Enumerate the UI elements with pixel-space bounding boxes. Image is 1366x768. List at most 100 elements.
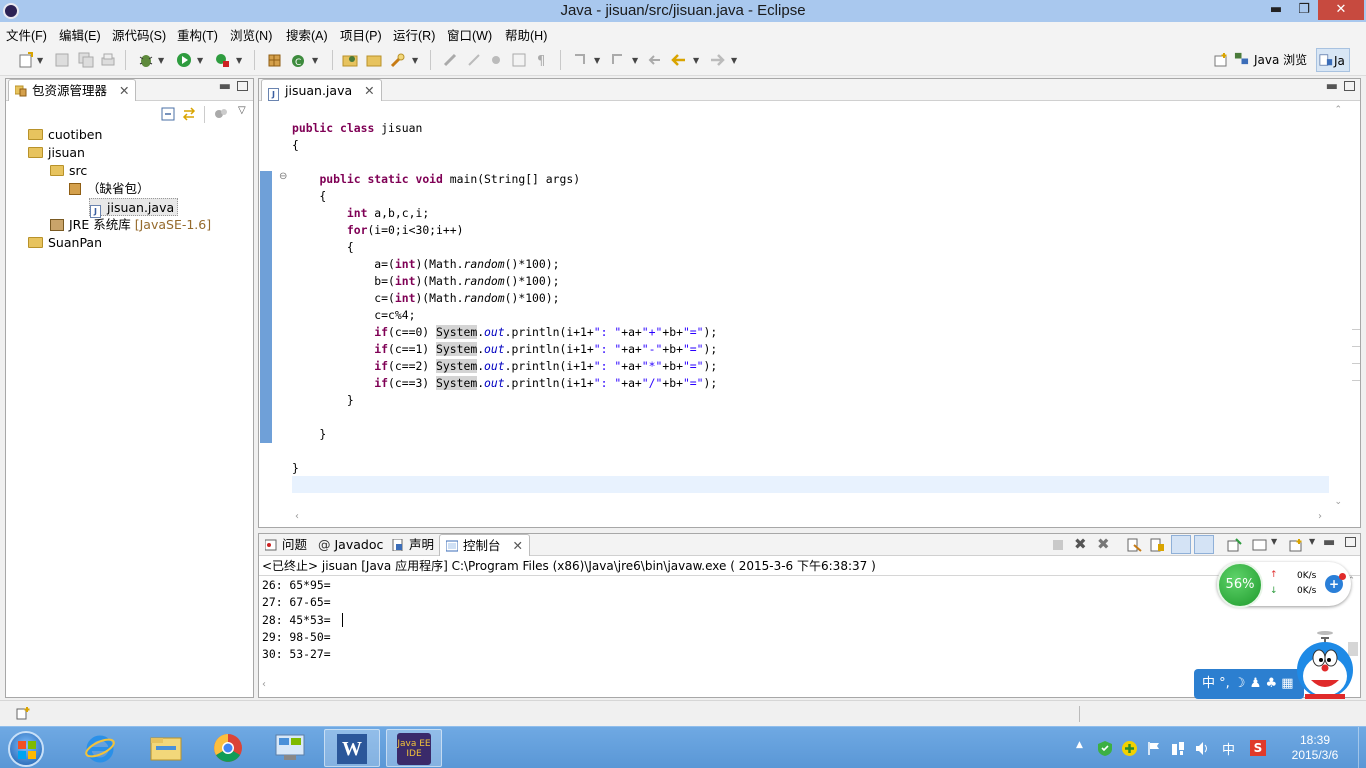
code-line[interactable]: if(c==2) System.out.println(i+1+": "+a+"… xyxy=(292,358,717,375)
minimize-view-icon[interactable]: ▬ xyxy=(1323,535,1335,550)
scroll-up-icon[interactable]: ⌃ xyxy=(1334,105,1342,115)
annotation-icon[interactable] xyxy=(466,52,482,68)
print-icon[interactable] xyxy=(100,52,116,68)
code-line[interactable]: b=(int)(Math.random()*100); xyxy=(292,273,559,290)
menu-search[interactable]: 搜索(A) xyxy=(286,25,328,44)
tab-declaration[interactable]: 声明 xyxy=(386,534,440,556)
chevron-down-icon[interactable]: ▼ xyxy=(37,56,43,65)
menu-run[interactable]: 运行(R) xyxy=(393,25,435,44)
perspective-java[interactable]: Ja xyxy=(1316,48,1350,72)
taskbar-control-panel[interactable] xyxy=(262,729,318,767)
tree-item-default-package[interactable]: （缺省包） xyxy=(69,180,150,198)
open-type-icon[interactable] xyxy=(342,52,358,68)
terminate-icon[interactable] xyxy=(1052,539,1064,551)
show-desktop-button[interactable] xyxy=(1358,727,1366,768)
code-line[interactable]: { xyxy=(292,137,299,154)
menu-navigate[interactable]: 浏览(N) xyxy=(230,25,272,44)
open-console-icon[interactable] xyxy=(1289,538,1304,552)
taskbar-chrome[interactable] xyxy=(200,729,256,767)
tree-item-jre-library[interactable]: JRE 系统库 [JavaSE-1.6] xyxy=(50,216,211,234)
maximize-view-icon[interactable] xyxy=(1344,81,1355,91)
start-button[interactable] xyxy=(8,731,44,767)
scroll-right-icon[interactable]: › xyxy=(1318,511,1322,522)
show-whitespace-icon[interactable]: ¶ xyxy=(534,52,550,68)
back-icon[interactable] xyxy=(671,52,687,68)
taskbar-word[interactable]: W xyxy=(324,729,380,767)
tree-item-src[interactable]: src xyxy=(50,162,87,180)
code-line[interactable]: { xyxy=(292,188,326,205)
chevron-down-icon[interactable]: ▼ xyxy=(236,56,242,65)
next-annotation-icon[interactable] xyxy=(572,52,588,68)
maximize-button[interactable]: ❐ xyxy=(1290,0,1318,20)
save-all-icon[interactable] xyxy=(78,52,94,68)
external-tools-icon[interactable] xyxy=(214,52,230,68)
code-line[interactable]: if(c==0) System.out.println(i+1+": "+a+"… xyxy=(292,324,717,341)
scroll-left-icon[interactable]: ‹ xyxy=(262,679,266,690)
menu-help[interactable]: 帮助(H) xyxy=(505,25,547,44)
debug-icon[interactable] xyxy=(138,52,154,68)
display-selected-console-icon[interactable] xyxy=(1252,538,1267,552)
code-line[interactable]: int a,b,c,i; xyxy=(292,205,429,222)
edit-icon[interactable] xyxy=(488,52,504,68)
forward-icon[interactable] xyxy=(709,52,725,68)
ime-status-bar[interactable]: 中 °, ☽ ♟ ♣ ▦ xyxy=(1194,669,1304,699)
taskbar-eclipse[interactable]: Java EE IDE xyxy=(386,729,442,767)
link-with-editor-icon[interactable] xyxy=(182,107,196,121)
code-line[interactable]: { xyxy=(292,239,354,256)
save-icon[interactable] xyxy=(54,52,70,68)
chevron-down-icon[interactable]: ▼ xyxy=(1309,537,1315,546)
tree-item-cuotiben[interactable]: cuotiben xyxy=(28,126,102,144)
tree-item-jisuan[interactable]: jisuan xyxy=(28,144,85,162)
open-folder-icon[interactable] xyxy=(366,52,382,68)
tree-item-suanpan[interactable]: SuanPan xyxy=(28,234,102,252)
code-line[interactable]: for(i=0;i<30;i++) xyxy=(292,222,464,239)
show-hidden-icons[interactable]: ▲ xyxy=(1076,740,1083,750)
minimize-button[interactable]: ▬ xyxy=(1262,0,1290,20)
chevron-down-icon[interactable]: ▼ xyxy=(1271,537,1277,546)
menu-file[interactable]: 文件(F) xyxy=(6,25,47,44)
menu-project[interactable]: 项目(P) xyxy=(340,25,382,44)
new-icon[interactable] xyxy=(18,52,34,68)
pin-console-icon[interactable] xyxy=(1227,538,1242,552)
maximize-view-icon[interactable] xyxy=(1345,537,1356,547)
word-wrap-toggle[interactable] xyxy=(1171,535,1191,554)
run-icon[interactable] xyxy=(176,52,192,68)
tab-javadoc[interactable]: @ Javadoc xyxy=(312,534,389,556)
code-line[interactable]: } xyxy=(292,426,326,443)
minimize-view-icon[interactable]: ▬ xyxy=(219,79,231,94)
tab-package-explorer[interactable]: 包资源管理器 ✕ xyxy=(8,79,137,101)
tab-jisuan-java[interactable]: Jjisuan.java ✕ xyxy=(261,79,382,101)
menu-edit[interactable]: 编辑(E) xyxy=(59,25,101,44)
sogou-ime-icon[interactable]: S xyxy=(1250,740,1266,756)
remove-all-terminated-icon[interactable]: ✖ xyxy=(1097,535,1110,553)
code-line[interactable]: } xyxy=(292,460,299,477)
360-guard-icon[interactable] xyxy=(1121,740,1138,757)
new-java-class-icon[interactable]: C xyxy=(290,52,306,68)
security-shield-icon[interactable] xyxy=(1097,740,1113,757)
code-line[interactable]: public class jisuan xyxy=(292,120,422,137)
scroll-left-icon[interactable]: ‹ xyxy=(295,511,299,522)
fold-toggle-icon[interactable]: ⊖ xyxy=(279,171,287,182)
fast-view-icon[interactable] xyxy=(16,706,31,720)
taskbar-clock[interactable]: 18:39 2015/3/6 xyxy=(1280,733,1350,763)
maximize-view-icon[interactable] xyxy=(237,81,248,91)
close-icon[interactable]: ✕ xyxy=(513,538,523,553)
tab-problems[interactable]: 问题 xyxy=(259,534,313,556)
network-speed-widget[interactable]: 56% ↑ ↓ 0K/s 0K/s + xyxy=(1217,562,1351,608)
menu-source[interactable]: 源代码(S) xyxy=(112,25,166,44)
tab-console[interactable]: 控制台 ✕ xyxy=(439,534,530,556)
code-line[interactable]: if(c==1) System.out.println(i+1+": "+a+"… xyxy=(292,341,717,358)
code-line[interactable]: if(c==3) System.out.println(i+1+": "+a+"… xyxy=(292,375,717,392)
chevron-down-icon[interactable]: ▼ xyxy=(312,56,318,65)
ime-language-indicator[interactable]: 中 xyxy=(1222,739,1235,758)
code-line[interactable]: public static void main(String[] args) xyxy=(292,171,580,188)
last-edit-icon[interactable] xyxy=(647,52,663,68)
perspective-java-browsing[interactable]: Java 浏览 xyxy=(1234,48,1307,72)
toggle-mark-icon[interactable] xyxy=(442,52,458,68)
remove-launch-icon[interactable]: ✖ xyxy=(1074,535,1087,553)
chevron-down-icon[interactable]: ▼ xyxy=(197,56,203,65)
close-icon[interactable]: ✕ xyxy=(364,83,374,98)
taskbar-explorer[interactable] xyxy=(138,729,194,767)
previous-annotation-icon[interactable] xyxy=(610,52,626,68)
doraemon-mascot-icon[interactable] xyxy=(1291,630,1359,700)
